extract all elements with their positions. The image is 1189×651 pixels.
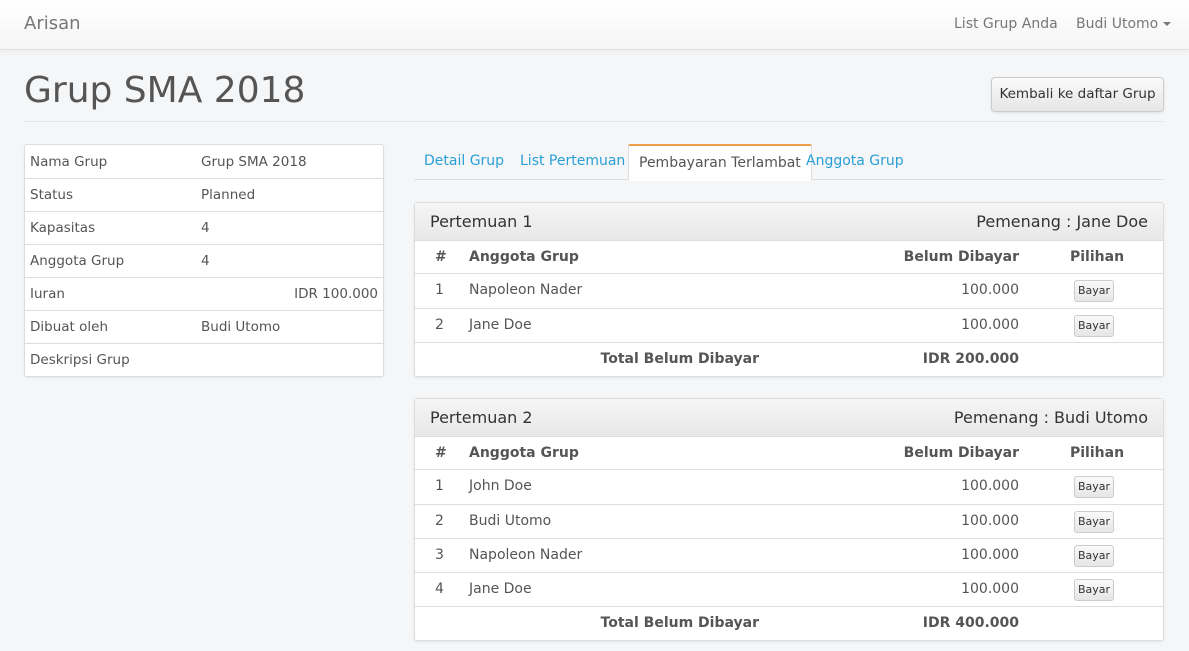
pay-button[interactable]: Bayar [1074,545,1114,567]
info-value: Grup SMA 2018 [201,153,307,170]
info-label: Nama Grup [30,153,108,170]
table-row: 2 Jane Doe 100.000 Bayar [415,308,1163,342]
row-amount: 100.000 [961,317,1019,333]
caret-down-icon [1163,22,1172,26]
user-name: Budi Utomo [1076,16,1159,32]
title-divider [24,121,1164,122]
row-amount: 100.000 [961,513,1019,529]
info-value: Budi Utomo [201,319,281,335]
total-value: IDR 200.000 [922,351,1019,367]
table-header-row: # Anggota Grup Belum Dibayar Pilihan [415,241,1163,274]
pay-button[interactable]: Bayar [1074,511,1114,533]
row-no: 2 [435,317,444,333]
tab-list-pertemuan[interactable]: List Pertemuan [510,144,635,180]
row-no: 1 [435,478,444,494]
col-header-option: Pilihan [1070,249,1125,265]
col-header-member: Anggota Grup [469,249,579,265]
info-label: Kapasitas [30,220,96,236]
info-row-deskripsi-grup: Deskripsi Grup [25,343,383,376]
table-row: 4 Jane Doe 100.000 Bayar [415,572,1163,606]
table-row: 2 Budi Utomo 100.000 Bayar [415,504,1163,538]
meeting-panel-1: Pertemuan 1 Pemenang : Jane Doe # Anggot… [414,202,1164,377]
total-label: Total Belum Dibayar [600,351,759,367]
pay-button[interactable]: Bayar [1074,476,1114,498]
panel-heading: Pertemuan 1 Pemenang : Jane Doe [415,203,1163,241]
row-member-name: Napoleon Nader [469,547,583,563]
info-row-dibuat-oleh: Dibuat oleh Budi Utomo [25,310,383,343]
row-no: 4 [435,581,444,597]
row-member-name: Budi Utomo [469,513,552,529]
brand-link[interactable]: Arisan [24,13,81,34]
panel-heading: Pertemuan 2 Pemenang : Budi Utomo [415,399,1163,437]
info-label: Status [30,187,74,203]
row-no: 2 [435,513,444,529]
row-member-name: Jane Doe [469,317,532,333]
meeting-title: Pertemuan 2 [430,408,533,427]
row-amount: 100.000 [961,581,1019,597]
col-header-no: # [435,445,447,461]
row-member-name: John Doe [469,478,532,494]
col-header-unpaid: Belum Dibayar [903,249,1019,265]
meeting-winner: Pemenang : Budi Utomo [953,408,1148,427]
pay-button[interactable]: Bayar [1074,579,1114,601]
meeting-title: Pertemuan 1 [430,212,533,231]
info-value: 4 [201,220,210,236]
back-to-group-list-button[interactable]: Kembali ke daftar Grup [991,77,1164,112]
col-header-unpaid: Belum Dibayar [903,445,1019,461]
total-row: Total Belum Dibayar IDR 400.000 [415,606,1163,640]
nav-list-grup-link[interactable]: List Grup Anda [954,16,1058,32]
info-row-nama-grup: Nama Grup Grup SMA 2018 [25,145,383,178]
info-value: Planned [201,187,256,203]
row-amount: 100.000 [961,282,1019,298]
table-row: 1 Napoleon Nader 100.000 Bayar [415,274,1163,308]
row-member-name: Napoleon Nader [469,282,583,298]
col-header-option: Pilihan [1070,445,1125,461]
table-header-row: # Anggota Grup Belum Dibayar Pilihan [415,437,1163,470]
col-header-member: Anggota Grup [469,445,579,461]
group-tabs: Detail Grup List Pertemuan Pembayaran Te… [414,144,1164,181]
info-value: IDR 100.000 [294,286,378,302]
tab-detail-grup[interactable]: Detail Grup [414,144,514,180]
tab-pembayaran-terlambat[interactable]: Pembayaran Terlambat [628,144,812,181]
table-row: 3 Napoleon Nader 100.000 Bayar [415,538,1163,572]
pay-button[interactable]: Bayar [1074,315,1114,337]
pay-button[interactable]: Bayar [1074,280,1114,302]
total-row: Total Belum Dibayar IDR 200.000 [415,342,1163,376]
tab-anggota-grup[interactable]: Anggota Grup [796,144,914,180]
row-no: 1 [435,282,444,298]
user-menu-dropdown[interactable]: Budi Utomo [1076,16,1172,32]
meeting-winner: Pemenang : Jane Doe [976,212,1148,231]
row-amount: 100.000 [961,478,1019,494]
table-row: 1 John Doe 100.000 Bayar [415,470,1163,504]
info-row-kapasitas: Kapasitas 4 [25,211,383,244]
info-value: 4 [201,253,210,269]
info-label: Dibuat oleh [30,319,109,335]
info-row-anggota-grup: Anggota Grup 4 [25,244,383,277]
info-label: Iuran [30,286,65,302]
info-label: Anggota Grup [30,253,125,269]
row-amount: 100.000 [961,547,1019,563]
info-row-status: Status Planned [25,178,383,211]
group-info-table: Nama Grup Grup SMA 2018 Status Planned K… [24,144,384,377]
col-header-no: # [435,249,447,265]
total-value: IDR 400.000 [922,615,1019,631]
info-label: Deskripsi Grup [30,352,130,368]
info-row-iuran: Iuran IDR 100.000 [25,277,383,310]
page-title: Grup SMA 2018 [24,70,306,111]
row-member-name: Jane Doe [469,581,532,597]
meeting-panel-2: Pertemuan 2 Pemenang : Budi Utomo # Angg… [414,398,1164,641]
row-no: 3 [435,547,444,563]
navbar: Arisan List Grup Anda Budi Utomo [0,0,1189,50]
total-label: Total Belum Dibayar [600,615,759,631]
